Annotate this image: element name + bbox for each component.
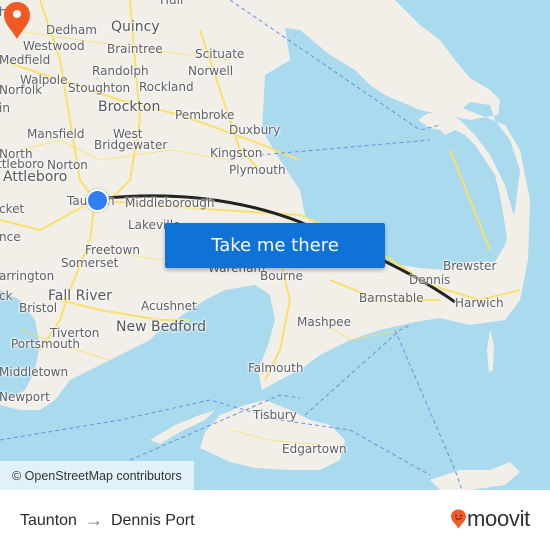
take-me-there-button[interactable]: Take me there xyxy=(165,223,385,268)
route-summary: Taunton → Dennis Port xyxy=(20,510,195,531)
place-label: Acushnet xyxy=(141,299,197,313)
place-label: Newport xyxy=(0,390,50,404)
place-label: Harwich xyxy=(455,296,504,310)
origin-marker[interactable] xyxy=(86,189,109,212)
place-label: Pembroke xyxy=(175,108,235,122)
place-label: Brewster xyxy=(443,259,497,273)
place-label: Quincy xyxy=(111,19,160,35)
place-label: ck xyxy=(0,289,13,303)
place-label: Stoughton xyxy=(68,81,131,95)
attribution-text: © OpenStreetMap contributors xyxy=(12,468,182,483)
land-cape-tip xyxy=(418,112,520,260)
place-label: Dedham xyxy=(46,23,97,37)
place-label: Rockland xyxy=(139,80,194,94)
place-label: cket xyxy=(0,202,25,216)
place-label: Portsmouth xyxy=(11,337,80,351)
place-label: Bridgewater xyxy=(94,138,168,152)
moovit-wordmark: moovit xyxy=(467,506,530,531)
place-label: Kingston xyxy=(210,146,263,160)
place-label: nce xyxy=(0,230,21,244)
place-label: Edgartown xyxy=(282,442,347,456)
arrow-right-icon: → xyxy=(84,510,103,530)
origin-name: Taunton xyxy=(20,511,77,529)
place-label: Norfolk xyxy=(0,83,43,97)
place-label: Middleborough xyxy=(125,196,215,210)
destination-pin-icon[interactable] xyxy=(0,0,34,40)
land-nantucket xyxy=(430,462,520,490)
place-label: Fall River xyxy=(48,288,112,304)
place-label: Medfield xyxy=(0,53,51,67)
place-label: Bourne xyxy=(260,269,303,283)
place-label: Middletown xyxy=(0,365,69,379)
place-label: Westwood xyxy=(23,39,85,53)
map[interactable]: Hull ham Dedham Quincy Westwood Braintre… xyxy=(0,0,550,490)
place-label: Randolph xyxy=(92,64,149,78)
place-label: Scituate xyxy=(195,47,245,61)
place-label: Mansfield xyxy=(27,127,85,141)
place-label: Hull xyxy=(160,0,184,7)
place-label: Norwell xyxy=(188,64,234,78)
place-label: Plymouth xyxy=(229,163,286,177)
place-label: Mashpee xyxy=(297,315,351,329)
place-label: Freetown xyxy=(85,243,140,257)
place-label: Barnstable xyxy=(359,291,424,305)
destination-name: Dennis Port xyxy=(110,511,195,529)
place-label: in xyxy=(0,101,10,115)
moovit-pin-icon xyxy=(451,509,466,529)
place-label: Brockton xyxy=(98,99,161,115)
place-label: Tisbury xyxy=(253,408,297,422)
place-label: Dennis xyxy=(409,273,451,287)
land-monomoy xyxy=(487,330,494,372)
place-label: Somerset xyxy=(61,256,119,270)
place-label: Braintree xyxy=(107,42,163,56)
place-label: Bristol xyxy=(19,301,58,315)
place-label: Attleboro xyxy=(3,169,68,185)
moovit-logo[interactable]: moovit xyxy=(450,506,530,532)
place-label: arrington xyxy=(0,269,55,283)
place-label: Duxbury xyxy=(229,123,281,137)
place-label: New Bedford xyxy=(116,319,206,335)
place-label: Falmouth xyxy=(248,361,304,375)
map-attribution[interactable]: © OpenStreetMap contributors xyxy=(0,461,194,490)
